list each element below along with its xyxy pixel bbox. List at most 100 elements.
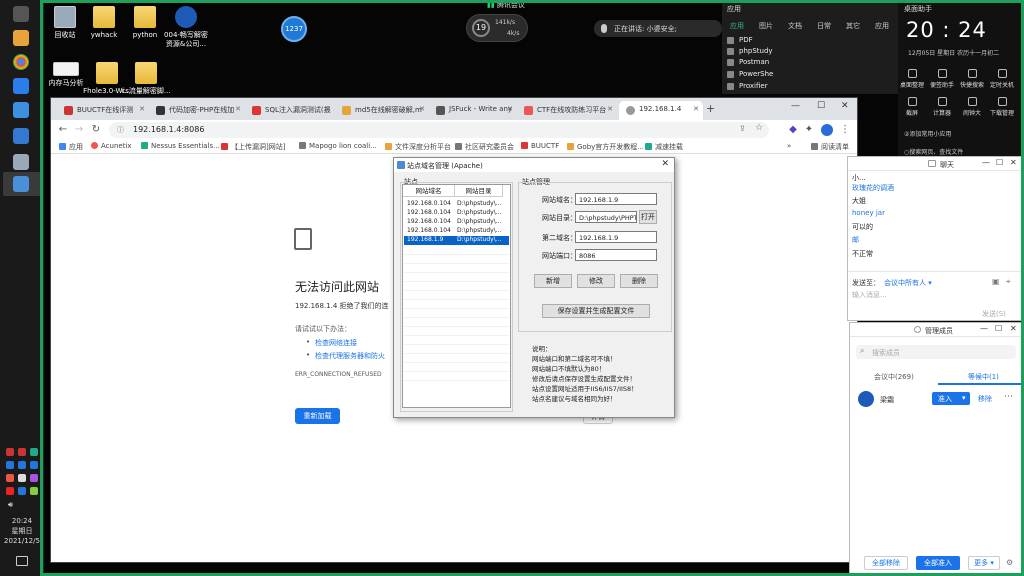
floating-badge[interactable]: 1237 <box>281 16 307 42</box>
column-header-domain[interactable]: 网站域名 <box>403 185 455 197</box>
domain-input[interactable]: 192.168.1.9 <box>575 193 657 205</box>
app-item-powershell[interactable]: PowerShe <box>726 70 773 78</box>
browser-tab[interactable]: SQL注入漏洞测试(报 ✕ <box>245 101 335 120</box>
site-row[interactable]: 192.168.0.104 D:\phpstudy\... <box>404 200 509 209</box>
edit-button[interactable]: 修改 <box>577 274 615 288</box>
apps-tab[interactable]: 其它 <box>846 21 860 31</box>
more-button[interactable]: 更多 ▾ <box>968 556 1000 570</box>
chat-input[interactable]: 输入消息... <box>852 290 887 300</box>
browser-tab[interactable]: JSFuck - Write any ✕ <box>429 101 517 120</box>
check-network-link[interactable]: 检查网络连接 <box>306 338 357 348</box>
site-row[interactable]: 192.168.0.104 D:\phpstudy\... <box>404 218 509 227</box>
tray-icon[interactable] <box>30 461 38 469</box>
new-tab-button[interactable]: + <box>706 102 715 115</box>
check-proxy-link[interactable]: 检查代理服务器和防火 <box>306 351 385 361</box>
minimize-button[interactable]: — <box>791 101 800 111</box>
app-item-phpstudy[interactable]: phpStudy <box>727 47 773 55</box>
tray-icon[interactable] <box>18 448 26 456</box>
apps-tab[interactable]: 文档 <box>788 21 802 31</box>
save-config-button[interactable]: 保存设置并生成配置文件 <box>542 304 650 318</box>
dialog-titlebar[interactable]: 站点域名管理 (Apache) ✕ <box>394 158 674 172</box>
remote-desktop-icon[interactable] <box>13 128 29 144</box>
zip-shortcut[interactable]: 004-畅写解密 资源&公司... <box>160 6 212 49</box>
bookmark-apps[interactable]: 应用 <box>59 142 83 152</box>
app-item-postman[interactable]: Postman <box>726 58 769 66</box>
bookmark-item[interactable]: 减速挂载 <box>645 142 683 152</box>
meeting-top-bar[interactable]: ▮▮ 腾讯会议 <box>487 0 525 10</box>
apps-tab[interactable]: 图片 <box>759 21 773 31</box>
tray-icon[interactable] <box>6 474 14 482</box>
apps-tab[interactable]: 应用 <box>875 21 889 31</box>
apps-tab[interactable]: 应用 <box>730 21 744 31</box>
bookmark-item[interactable]: 文件深度分析平台 <box>385 142 451 152</box>
column-header-dir[interactable]: 网站目录 <box>455 185 503 197</box>
bookmark-item[interactable]: 【上传漏洞]网站] <box>221 142 285 152</box>
tab-waiting[interactable]: 等候中(1) <box>968 372 999 382</box>
window-icon[interactable] <box>13 154 29 170</box>
dir-input[interactable]: D:\phpstudy\PHPTutor <box>575 211 637 223</box>
close-icon[interactable]: ✕ <box>607 105 613 113</box>
back-arrow-icon[interactable]: ← <box>57 124 69 136</box>
notes-button[interactable]: 便签助手 <box>928 69 956 89</box>
port-input[interactable]: 8086 <box>575 249 657 261</box>
browser-tab-active[interactable]: 192.168.1.4 ✕ <box>619 101 703 120</box>
tray-icon[interactable] <box>6 487 14 495</box>
close-icon[interactable]: ✕ <box>693 105 699 113</box>
desk-organize-button[interactable]: 桌面整理 <box>898 69 926 89</box>
reading-list[interactable]: 阅读清单 <box>811 142 849 152</box>
browse-button[interactable]: 打开 <box>639 210 657 224</box>
apps-tab[interactable]: 日常 <box>817 21 831 31</box>
tray-icon[interactable] <box>30 474 38 482</box>
alarm-button[interactable]: 闹钟大 <box>958 97 986 117</box>
maximize-button[interactable]: ☐ <box>996 158 1003 167</box>
download-manager-button[interactable]: 下载管理 <box>988 97 1016 117</box>
tray-icon[interactable] <box>6 448 14 456</box>
site-row[interactable]: 192.168.0.104 D:\phpstudy\... <box>404 227 509 236</box>
tray-icon[interactable] <box>18 461 26 469</box>
extension-icon[interactable]: ◆ <box>787 124 799 136</box>
delete-button[interactable]: 删除 <box>620 274 658 288</box>
search-hint[interactable]: ○搜索网页、查找文件 <box>904 147 963 156</box>
site-list[interactable]: 网站域名 网站目录 192.168.0.104 D:\phpstudy\... 1… <box>402 184 511 408</box>
start-menu-icon[interactable] <box>13 6 29 22</box>
browser-tab[interactable]: CTF在线攻防练习平台 ✕ <box>517 101 617 120</box>
notification-icon[interactable] <box>16 556 28 566</box>
close-icon[interactable]: ✕ <box>325 105 331 113</box>
reload-button[interactable]: 重新加载 <box>295 408 340 424</box>
site-row[interactable]: 192.168.0.104 D:\phpstudy\... <box>404 209 509 218</box>
screenshot-icon[interactable]: ⌖ <box>1006 277 1011 287</box>
screenshot-button[interactable]: 截屏 <box>898 97 926 117</box>
reload-icon[interactable]: ↻ <box>90 124 102 136</box>
image-icon[interactable]: ▣ <box>992 277 1000 286</box>
taskbar-clock[interactable]: 20:24 星期日 2021/12/5 <box>0 516 44 546</box>
add-button[interactable]: 新增 <box>534 274 572 288</box>
site-row-selected[interactable]: 192.168.1.9 D:\phpstudy\... <box>404 236 509 245</box>
maximize-button[interactable]: ☐ <box>995 324 1002 333</box>
close-icon[interactable]: ✕ <box>1010 158 1017 167</box>
profile-avatar[interactable] <box>821 124 833 136</box>
remove-all-button[interactable]: 全部移除 <box>864 556 908 570</box>
bookmark-item[interactable]: BUUCTF <box>521 142 559 150</box>
bookmark-item[interactable]: Goby官方开发教程... <box>567 142 644 152</box>
admit-button[interactable]: 准入 ▾ <box>932 392 970 405</box>
forward-arrow-icon[interactable]: → <box>73 124 85 136</box>
microphone-icon[interactable] <box>18 474 26 482</box>
bookmarks-overflow-icon[interactable]: » <box>787 142 791 150</box>
app-item-proxifier[interactable]: Proxifier <box>727 82 768 90</box>
chrome-icon[interactable] <box>13 54 29 70</box>
add-app-hint[interactable]: ②添加常用小应用 <box>904 129 951 138</box>
minimize-button[interactable]: — <box>982 158 990 167</box>
bookmark-item[interactable]: Mapogo lion coali... <box>299 142 377 150</box>
second-domain-input[interactable]: 192.168.1.9 <box>575 231 657 243</box>
bookmark-item[interactable]: 社区研究委员会 <box>455 142 514 152</box>
close-icon[interactable]: ✕ <box>507 105 513 113</box>
cs-decrypt-shortcut[interactable]: cs流量解密脚... <box>120 62 172 96</box>
tray-icon[interactable] <box>30 487 38 495</box>
tray-icon[interactable] <box>30 448 38 456</box>
settings-icon[interactable]: ⚙ <box>1006 558 1013 567</box>
bookmark-item[interactable]: Acunetix <box>91 142 132 150</box>
volume-icon[interactable]: 🔊︎ <box>8 500 13 510</box>
close-window-button[interactable]: ✕ <box>841 101 849 111</box>
tray-icon[interactable] <box>6 461 14 469</box>
tray-icon[interactable] <box>18 487 26 495</box>
